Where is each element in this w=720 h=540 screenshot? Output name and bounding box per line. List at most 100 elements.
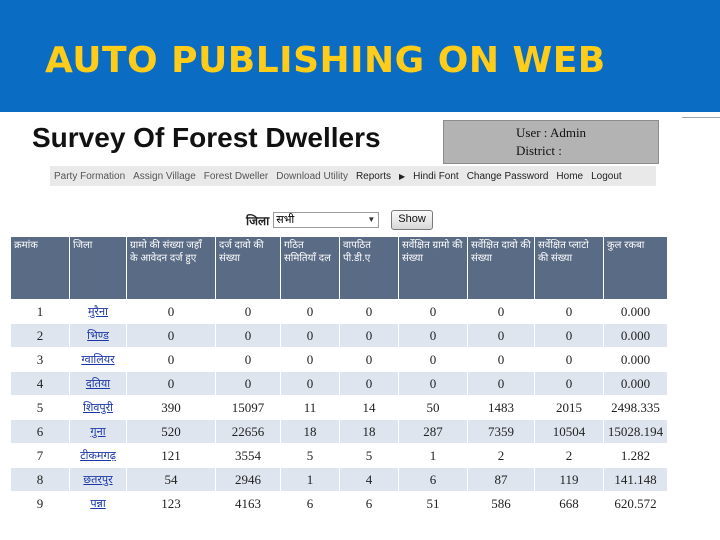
table-cell: 0 (339, 347, 399, 372)
menu-item-change-password[interactable]: Change Password (463, 171, 553, 182)
table-cell: 7359 (467, 419, 535, 444)
table-cell: 6 (398, 467, 468, 492)
table-cell: 15097 (215, 395, 281, 420)
district-link[interactable]: शिवपुरी (69, 395, 127, 420)
table-cell: 22656 (215, 419, 281, 444)
table-cell: 8 (10, 467, 70, 492)
district-link[interactable]: गुना (69, 419, 127, 444)
slide-title: AUTO PUBLISHING ON WEB (45, 40, 606, 81)
menu-item-logout[interactable]: Logout (587, 171, 626, 182)
table-cell: 0 (534, 347, 604, 372)
table-cell: 668 (534, 491, 604, 516)
table-cell: 141.148 (603, 467, 668, 492)
table-cell: 0.000 (603, 347, 668, 372)
district-filter-label: जिला (246, 213, 270, 228)
table-cell: 2 (10, 323, 70, 348)
table-cell: 87 (467, 467, 535, 492)
table-cell: 0 (534, 323, 604, 348)
col-header-surveyed-claims: सर्वेक्षित दावो की संख्या (467, 236, 535, 300)
district-link[interactable]: भिण्ड (69, 323, 127, 348)
show-button[interactable]: Show (391, 210, 433, 230)
table-cell: 3554 (215, 443, 281, 468)
table-cell: 9 (10, 491, 70, 516)
table-row: 6 गुना 520 22656 18 18 287 7359 10504 15028.194 (10, 419, 668, 444)
menu-item-hindi-font[interactable]: Hindi Font (409, 171, 463, 182)
district-link[interactable]: मुरैना (69, 299, 127, 324)
district-link[interactable]: दतिया (69, 371, 127, 396)
table-cell: 0 (215, 299, 281, 324)
table-row: 8 छतरपुर 54 2946 1 4 6 87 119 141.148 (10, 467, 668, 492)
menu-item-download-utility[interactable]: Download Utility (272, 171, 352, 182)
table-cell: 6 (10, 419, 70, 444)
menu-item-party-formation[interactable]: Party Formation (50, 171, 129, 182)
table-cell: 6 (280, 491, 340, 516)
table-cell: 0 (215, 323, 281, 348)
table-cell: 520 (126, 419, 216, 444)
menu-item-forest-dweller[interactable]: Forest Dweller (200, 171, 272, 182)
divider-line (682, 117, 720, 118)
table-cell: 1483 (467, 395, 535, 420)
col-header-total-area: कुल रकबा (603, 236, 668, 300)
district-link[interactable]: पन्ना (69, 491, 127, 516)
table-cell: 1 (398, 443, 468, 468)
district-link[interactable]: टीकमगढ़ (69, 443, 127, 468)
table-cell: 1 (280, 467, 340, 492)
table-row: 7 टीकमगढ़ 121 3554 5 5 1 2 2 1.282 (10, 443, 668, 468)
user-label: User : Admin (516, 125, 587, 140)
table-cell: 0 (398, 323, 468, 348)
table-cell: 0 (534, 299, 604, 324)
table-row: 9 पन्ना 123 4163 6 6 51 586 668 620.572 (10, 491, 668, 516)
table-cell: 18 (339, 419, 399, 444)
table-cell: 2 (534, 443, 604, 468)
table-cell: 586 (467, 491, 535, 516)
menu-item-reports[interactable]: Reports (352, 171, 395, 182)
district-link[interactable]: ग्वालियर (69, 347, 127, 372)
table-row: 1 मुरैना 0 0 0 0 0 0 0 0.000 (10, 299, 668, 324)
table-cell: 0 (467, 371, 535, 396)
table-cell: 4 (10, 371, 70, 396)
col-header-pda: वापठित पी.डी.ए (339, 236, 399, 300)
table-cell: 0 (398, 299, 468, 324)
district-select-value: सभी (276, 214, 295, 226)
table-cell: 5 (10, 395, 70, 420)
table-cell: 50 (398, 395, 468, 420)
col-header-claims: दर्ज दावो की संख्या (215, 236, 281, 300)
table-cell: 3 (10, 347, 70, 372)
table-cell: 390 (126, 395, 216, 420)
table-cell: 0 (215, 371, 281, 396)
table-cell: 0 (126, 371, 216, 396)
district-link[interactable]: छतरपुर (69, 467, 127, 492)
col-header-surveyed-plots: सर्वेक्षित प्लाटो की संख्या (534, 236, 604, 300)
menu-arrow-icon[interactable]: ▶ (395, 172, 409, 181)
table-cell: 2498.335 (603, 395, 668, 420)
table-cell: 119 (534, 467, 604, 492)
app-screenshot: Survey Of Forest Dwellers User : Admin D… (10, 114, 670, 522)
menu-bar: Party Formation Assign Village Forest Dw… (50, 166, 656, 186)
table-cell: 18 (280, 419, 340, 444)
table-cell: 2 (467, 443, 535, 468)
table-cell: 0 (280, 299, 340, 324)
table-cell: 0 (280, 323, 340, 348)
table-cell: 0.000 (603, 299, 668, 324)
col-header-surveyed-villages: सर्वेक्षित ग्रामो की संख्या (398, 236, 468, 300)
table-cell: 5 (280, 443, 340, 468)
table-cell: 0 (534, 371, 604, 396)
table-cell: 0 (339, 323, 399, 348)
table-cell: 2015 (534, 395, 604, 420)
app-title: Survey Of Forest Dwellers (32, 122, 381, 153)
col-header-district: जिला (69, 236, 127, 300)
table-cell: 1 (10, 299, 70, 324)
table-cell: 0 (126, 299, 216, 324)
user-info-box: User : Admin District : (443, 120, 659, 164)
table-cell: 0 (280, 371, 340, 396)
menu-item-home[interactable]: Home (552, 171, 587, 182)
menu-item-assign-village[interactable]: Assign Village (129, 171, 200, 182)
table-cell: 0 (467, 347, 535, 372)
table-cell: 0 (467, 299, 535, 324)
table-cell: 14 (339, 395, 399, 420)
table-cell: 5 (339, 443, 399, 468)
dropdown-arrow-icon: ▼ (367, 215, 376, 224)
district-select[interactable]: सभी ▼ (273, 212, 380, 228)
col-header-villages: ग्रामो की संख्या जहाँ के आवेदन दर्ज हुए (126, 236, 216, 300)
table-row: 5 शिवपुरी 390 15097 11 14 50 1483 2015 2498.335 (10, 395, 668, 420)
